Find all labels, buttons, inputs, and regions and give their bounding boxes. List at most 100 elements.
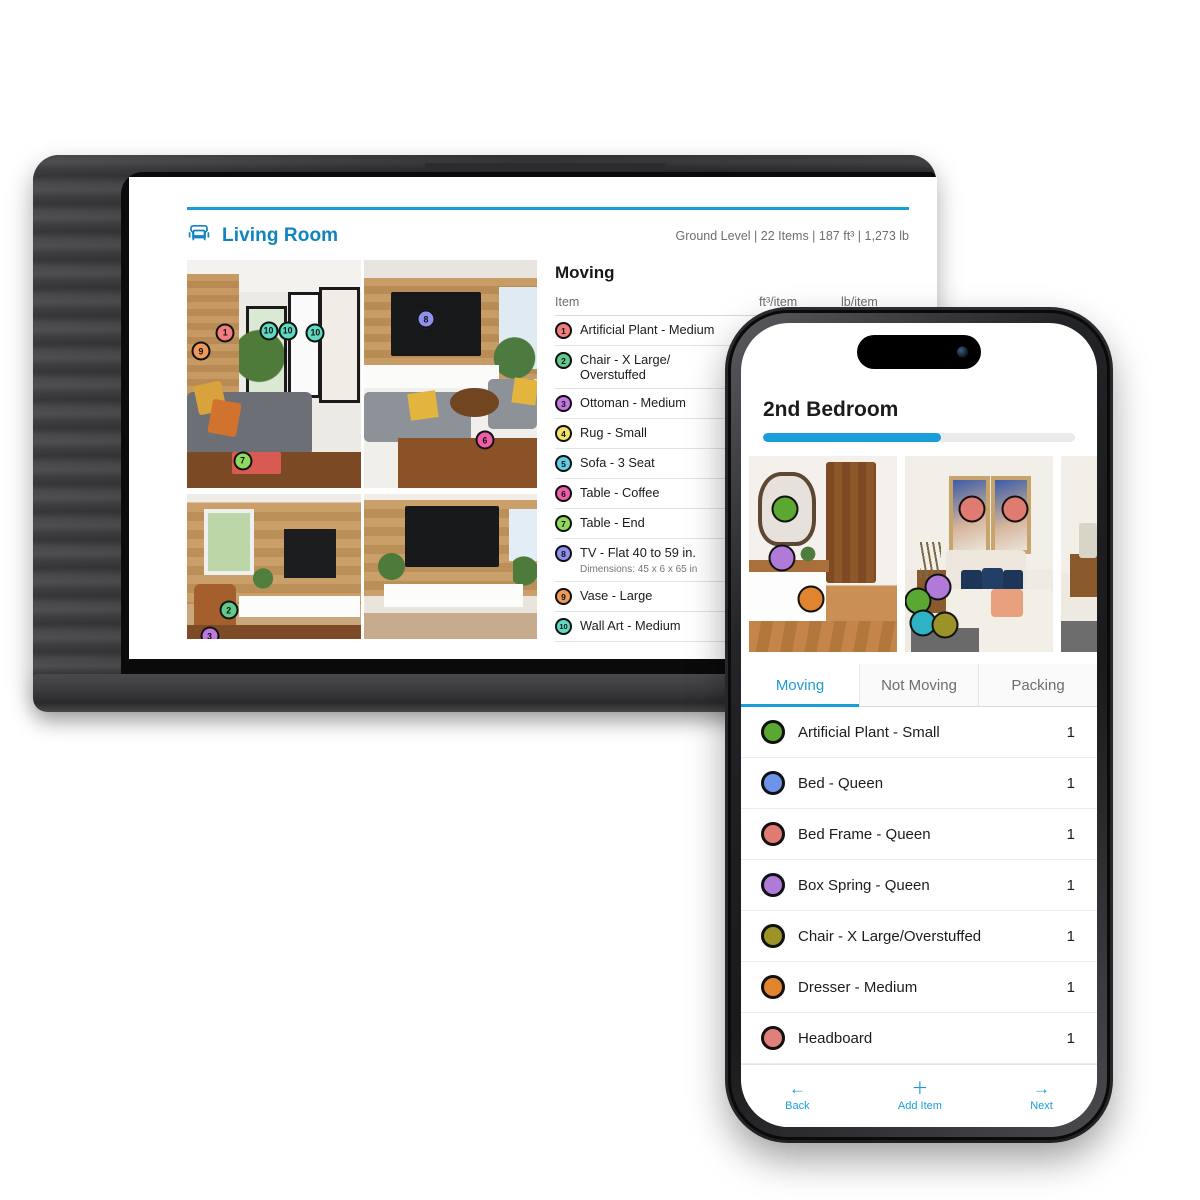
photo-pin-10[interactable]: 10 [305, 323, 325, 343]
item-text: Chair - X Large/ Overstuffed [580, 352, 670, 382]
accent-rule [187, 207, 909, 210]
photo-pin[interactable] [771, 495, 799, 523]
item-number-badge: 4 [555, 425, 572, 443]
photo-pin-10[interactable]: 10 [278, 321, 298, 341]
item-color-dot [761, 1026, 785, 1050]
item-name: Rug - Small [580, 425, 647, 441]
item-color-dot [761, 924, 785, 948]
item-text: Sofa - 3 Seat [580, 455, 655, 470]
photo-pin[interactable] [768, 544, 796, 572]
item-name: Dresser - Medium [798, 978, 918, 996]
item-number-badge: 10 [555, 618, 572, 636]
item-number-badge: 9 [555, 588, 572, 606]
phone-photo-strip[interactable] [749, 456, 1097, 652]
photo-pin-9[interactable]: 9 [191, 341, 211, 361]
list-item[interactable]: Dresser - Medium 1 [741, 962, 1097, 1013]
room-progress-bar [763, 433, 1075, 442]
list-item[interactable]: Chair - X Large/Overstuffed 1 [741, 911, 1097, 962]
item-text: Table - End [580, 515, 645, 530]
next-button[interactable]: → Next [1030, 1080, 1053, 1112]
list-item[interactable]: Headboard 1 [741, 1013, 1097, 1064]
item-quantity: 1 [1066, 927, 1075, 945]
item-name: Headboard [798, 1029, 873, 1047]
tab-moving[interactable]: Moving [741, 664, 860, 707]
item-dimensions: Dimensions: 45 x 6 x 65 in [580, 564, 698, 576]
photo-pin-10[interactable]: 10 [259, 321, 279, 341]
room-progress-fill [763, 433, 941, 442]
photo-pin-1[interactable]: 1 [215, 323, 235, 343]
next-icon: → [1033, 1079, 1051, 1098]
back-label: Back [785, 1100, 810, 1112]
item-name: Ottoman - Medium [580, 395, 686, 411]
bedroom-photo-1[interactable] [749, 456, 897, 652]
living-room-photo-4[interactable] [363, 494, 537, 640]
item-name: Chair - X Large/Overstuffed [798, 927, 982, 945]
photo-pin-8[interactable]: 8 [416, 309, 436, 329]
add-item-button[interactable]: ＋ Add Item [898, 1080, 942, 1112]
item-text: TV - Flat 40 to 59 in. Dimensions: 45 x 6… [580, 545, 697, 575]
living-room-photo-1[interactable]: 1 9 10 10 10 7 [187, 260, 361, 488]
list-item[interactable]: Bed - Queen 1 [741, 758, 1097, 809]
living-room-photo-3[interactable]: 23 [187, 494, 361, 640]
item-quantity: 1 [1066, 774, 1075, 792]
item-name: Artificial Plant - Medium [580, 322, 715, 337]
room-summary-meta: Ground Level | 22 Items | 187 ft³ | 1,27… [675, 228, 909, 243]
item-number-badge: 3 [555, 395, 572, 413]
item-text: Ottoman - Medium [580, 395, 686, 410]
tab-not-moving[interactable]: Not Moving [860, 664, 979, 706]
bedroom-photo-3[interactable] [1061, 456, 1097, 652]
item-color-dot [761, 975, 785, 999]
dynamic-island [857, 335, 981, 369]
item-color-dot [761, 771, 785, 795]
item-number-badge: 5 [555, 455, 572, 473]
item-name: Table - End [580, 515, 645, 531]
item-quantity: 1 [1066, 825, 1075, 843]
photo-pin[interactable] [958, 495, 986, 523]
list-item[interactable]: Artificial Plant - Small 1 [741, 707, 1097, 758]
armchair-icon [187, 222, 211, 249]
photo-pin-2[interactable]: 2 [219, 600, 239, 620]
photo-pin-3[interactable]: 3 [200, 626, 220, 640]
photo-pin-6[interactable]: 6 [475, 430, 495, 450]
item-color-dot [761, 873, 785, 897]
item-text: Wall Art - Medium [580, 618, 681, 633]
item-color-dot [761, 720, 785, 744]
photo-pin-7[interactable]: 7 [233, 451, 253, 471]
item-name: Sofa - 3 Seat [580, 455, 655, 471]
item-color-dot [761, 822, 785, 846]
item-number-badge: 2 [555, 352, 572, 369]
add-item-label: Add Item [897, 1100, 942, 1112]
photo-pin[interactable] [797, 585, 825, 613]
device-mockup-stage: Living Room Ground Level | 22 Items | 18… [0, 0, 1200, 1200]
page-title: Living Room [222, 224, 339, 246]
tab-packing[interactable]: Packing [979, 664, 1097, 706]
phone-device: 2nd Bedroom Moving Not Moving Packing Arti… [728, 310, 1110, 1140]
photo-pin[interactable] [1001, 495, 1029, 523]
list-item[interactable]: Box Spring - Queen 1 [741, 860, 1097, 911]
back-button[interactable]: ← Back [785, 1080, 809, 1112]
item-name: Bed Frame - Queen [798, 825, 931, 843]
item-name: TV - Flat 40 to 59 in. [580, 545, 696, 561]
room-header: Living Room Ground Level | 22 Items | 18… [187, 222, 909, 249]
item-quantity: 1 [1066, 978, 1075, 996]
item-name: Vase - Large [580, 588, 653, 604]
phone-item-list: Artificial Plant - Small 1 Bed - Queen 1 Bed… [741, 707, 1097, 1064]
next-label: Next [1030, 1100, 1053, 1112]
item-text: Vase - Large [580, 588, 652, 603]
item-number-badge: 1 [555, 322, 572, 339]
list-item[interactable]: Bed Frame - Queen 1 [741, 809, 1097, 860]
item-name: Chair - X Large/ Overstuffed [580, 352, 671, 383]
item-name: Box Spring - Queen [798, 876, 930, 894]
item-quantity: 1 [1066, 876, 1075, 894]
column-item: Item [555, 295, 580, 309]
item-number-badge: 7 [555, 515, 572, 533]
living-room-photo-2[interactable]: 86 [363, 260, 537, 488]
room-title-group: Living Room [187, 222, 338, 249]
column-weight: lb/item [841, 295, 878, 309]
phone-page-title: 2nd Bedroom [763, 398, 899, 421]
item-number-badge: 8 [555, 545, 572, 563]
photo-pin[interactable] [931, 611, 959, 639]
bedroom-photo-2[interactable] [905, 456, 1053, 652]
item-quantity: 1 [1066, 1029, 1075, 1047]
item-text: Artificial Plant - Medium [580, 322, 714, 337]
